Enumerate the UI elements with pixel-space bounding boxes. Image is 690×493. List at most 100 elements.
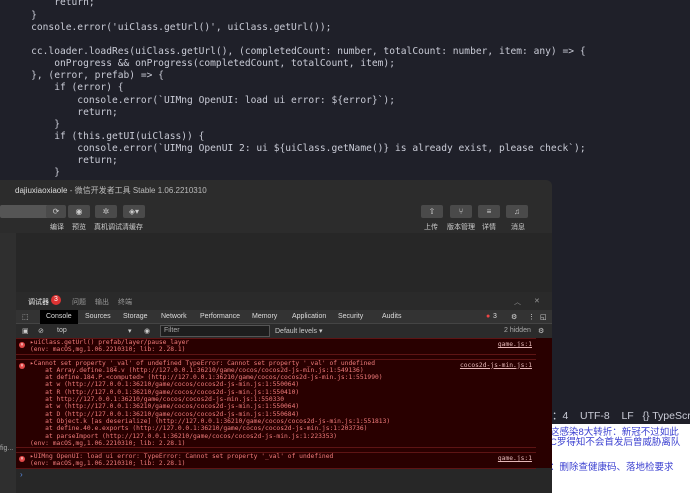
eye-icon[interactable]: ◉	[144, 327, 150, 335]
remote-debug-label: 真机调试	[94, 224, 122, 231]
source-link[interactable]: cocos2d-js-min.js:1	[460, 362, 532, 369]
tab-console[interactable]: Console	[40, 310, 78, 324]
more-icon[interactable]: ⋮	[528, 313, 535, 321]
settings-icon[interactable]: ⚙	[538, 327, 544, 335]
language-mode[interactable]: {} TypeScript	[642, 410, 690, 422]
code-line[interactable]: console.error('uiClass.getUrl()', uiClas…	[8, 22, 331, 34]
clear-icon[interactable]: ⊘	[38, 327, 44, 335]
compile-button[interactable]: ⟳	[46, 205, 66, 218]
window-title: dajiuxiaoxiaole - 微信开发者工具 Stable 1.06.22…	[15, 186, 207, 195]
tab-output[interactable]: 输出	[95, 297, 109, 307]
error-icon: ×	[19, 342, 25, 348]
error-badge: 3	[51, 295, 61, 305]
error-count[interactable]: 3	[493, 313, 497, 320]
error-icon: ×	[19, 362, 25, 369]
preview-button[interactable]: ◉	[68, 205, 90, 218]
editor-status-bar: ：4 UTF-8 LF {} TypeScript	[550, 408, 690, 424]
devtools-window: dajiuxiaoxiaole - 微信开发者工具 Stable 1.06.22…	[0, 180, 552, 493]
tab-problems[interactable]: 问题	[72, 297, 86, 307]
details-button[interactable]: ≡	[478, 205, 500, 218]
background-web-page: 这感染8大转折：新冠不过如此 C罗得知不会首发后曾威胁离队 ：删除查健康码、落地…	[550, 424, 690, 493]
layers-icon: ◈▾	[128, 207, 140, 216]
version-label: 版本管理	[447, 224, 475, 231]
details-label: 详情	[482, 224, 496, 231]
console-error-message[interactable]: × ▸UIMng OpenUI: load ui error: TypeError…	[16, 452, 536, 469]
message-line: at D (http://127.0.0.1:36210/game/cocos/…	[30, 410, 300, 418]
message-line: ▸Cannot set property '_val' of undefined…	[30, 359, 375, 367]
tab-audits[interactable]: Audits	[382, 313, 401, 320]
message-line: (env: macOS,mg,1.06.2210310; lib: 2.28.1…	[30, 439, 186, 447]
branch-icon: ⑂	[458, 207, 464, 216]
source-link[interactable]: game.js:1	[498, 341, 532, 348]
upload-icon: ⇧	[428, 207, 436, 216]
inspect-icon[interactable]: ⬚	[22, 313, 29, 321]
code-line[interactable]: return;	[8, 107, 117, 119]
debugger-tabs: 调试器 3 问题 输出 终端 ︿ ✕	[16, 292, 552, 310]
version-button[interactable]: ⑂	[450, 205, 472, 218]
message-line: ▸UIMng OpenUI: load ui error: TypeError:…	[30, 453, 334, 461]
tab-memory[interactable]: Memory	[252, 313, 277, 320]
console-toolbar: ▣ ⊘ top ▾ ◉ Filter Default levels ▾ 2 hi…	[16, 324, 552, 338]
error-icon: ●	[486, 313, 491, 320]
code-line[interactable]: }	[8, 119, 60, 131]
headline[interactable]: ：删除查健康码、落地检要求	[550, 459, 674, 473]
preview-label: 预览	[72, 224, 86, 231]
tab-application[interactable]: Application	[292, 313, 326, 320]
eye-icon: ◉	[75, 207, 83, 216]
headline[interactable]: C罗得知不会首发后曾威胁离队	[550, 434, 680, 448]
clear-cache-button[interactable]: ◈▾	[123, 205, 145, 218]
dock-icon[interactable]: ◱	[540, 313, 547, 321]
console-error-message[interactable]: × ▸uiClass.getUrl() prefab/layer/pause_la…	[16, 338, 536, 355]
code-line[interactable]: console.error(`UIMng OpenUI: load ui err…	[8, 95, 395, 107]
code-line[interactable]: cc.loader.loadRes(uiClass.getUrl(), (com…	[8, 46, 586, 58]
code-line[interactable]: }, (error, prefab) => {	[8, 70, 164, 82]
code-line[interactable]: if (error) {	[8, 82, 123, 94]
message-line: ▸uiClass.getUrl() prefab/layer/pause_lay…	[30, 339, 190, 346]
code-line[interactable]: }	[8, 10, 37, 22]
sidebar-toggle-icon[interactable]: ▣	[22, 327, 29, 335]
chevron-down-icon[interactable]: ▾	[128, 327, 132, 335]
code-line[interactable]: }	[8, 167, 60, 179]
line-ending[interactable]: LF	[621, 410, 633, 422]
tab-sources[interactable]: Sources	[85, 313, 111, 320]
source-link[interactable]: game.js:1	[498, 455, 532, 462]
menu-icon: ≡	[486, 207, 492, 216]
collapse-icon[interactable]: ︿	[514, 297, 521, 307]
tab-debugger[interactable]: 调试器	[28, 297, 49, 307]
message-line: at define.184.P.<computed> (http://127.0…	[30, 374, 383, 382]
context-select[interactable]: top	[57, 327, 67, 334]
message-line: (env: macOS,mg,1.06.2210310; lib: 2.28.1…	[30, 460, 186, 468]
cursor-position[interactable]: ：4	[552, 410, 568, 422]
code-line[interactable]: if (this.getUI(uiClass)) {	[8, 131, 204, 143]
bell-icon: ♫	[514, 207, 520, 216]
tab-security[interactable]: Security	[338, 313, 363, 320]
compile-label: 编译	[50, 224, 64, 231]
bug-icon: ✲	[102, 207, 110, 216]
code-line[interactable]: return;	[8, 155, 117, 167]
code-line[interactable]: console.error(`UIMng OpenUI 2: ui ${uiCl…	[8, 143, 585, 155]
levels-select[interactable]: Default levels ▾	[275, 327, 322, 335]
tab-network[interactable]: Network	[161, 313, 187, 320]
sidebar-item[interactable]: fig...	[0, 445, 13, 452]
console-prompt[interactable]: ›	[20, 470, 23, 479]
sidebar: fig...	[0, 233, 16, 493]
close-icon[interactable]: ✕	[534, 297, 540, 305]
message-line: at Array.define.184.v (http://127.0.0.1:…	[30, 366, 364, 374]
code-line[interactable]: return;	[8, 0, 94, 9]
encoding[interactable]: UTF-8	[580, 410, 610, 422]
messages-button[interactable]: ♫	[506, 205, 528, 218]
message-line: at w (http://127.0.0.1:36210/game/cocos/…	[30, 381, 300, 389]
tab-performance[interactable]: Performance	[200, 313, 240, 320]
upload-button[interactable]: ⇧	[421, 205, 443, 218]
tab-storage[interactable]: Storage	[123, 313, 148, 320]
message-line: at parseImport (http://127.0.0.1:36210/g…	[30, 432, 338, 440]
tab-terminal[interactable]: 终端	[118, 297, 132, 307]
refresh-icon: ⟳	[52, 207, 60, 216]
upload-label: 上传	[424, 224, 438, 231]
console-error-message[interactable]: × ▸Cannot set property '_val' of undefine…	[16, 358, 536, 449]
code-line[interactable]: onProgress && onProgress(completedCount,…	[8, 58, 395, 70]
message-line: at R (http://127.0.0.1:36210/game/cocos/…	[30, 388, 300, 396]
remote-debug-button[interactable]: ✲	[95, 205, 117, 218]
filter-input[interactable]: Filter	[160, 325, 270, 337]
gear-icon[interactable]: ⚙	[511, 313, 517, 321]
